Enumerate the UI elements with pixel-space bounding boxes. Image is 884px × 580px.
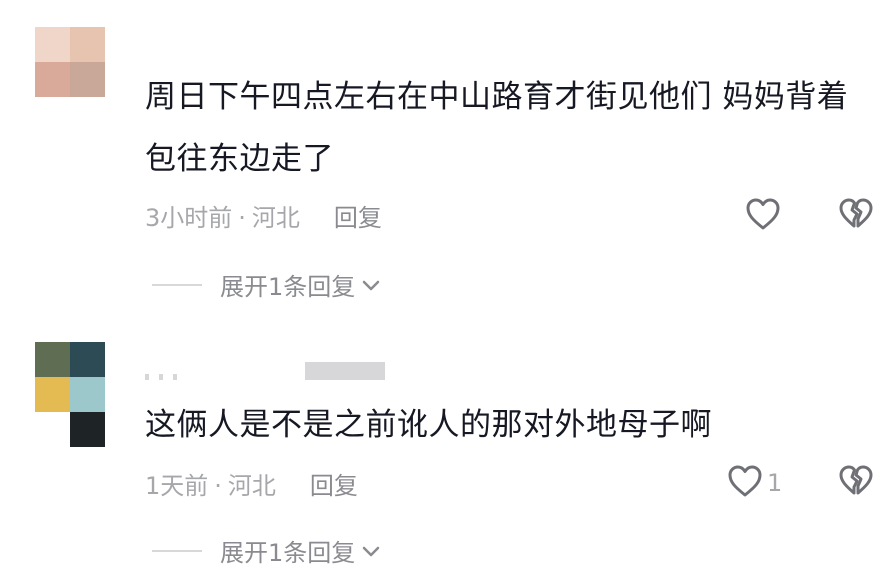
username-redacted (145, 362, 385, 380)
dislike-button[interactable] (838, 197, 874, 235)
comment-text: 周日下午四点左右在中山路育才街见他们 妈妈背着包往东边走了 (145, 79, 849, 177)
chevron-down-icon (361, 271, 381, 299)
comment-meta: 1天前 · 河北 回复 (145, 466, 358, 501)
meta-separator: · (214, 472, 222, 500)
comment-meta: 3小时前 · 河北 回复 (145, 198, 382, 233)
reply-button[interactable]: 回复 (310, 472, 358, 500)
meta-separator: · (238, 204, 246, 232)
like-count: 1 (767, 469, 783, 497)
expand-replies-label: 展开1条回复 (220, 539, 356, 567)
divider-line (152, 283, 202, 286)
divider-line (152, 549, 202, 552)
comment-text: 这俩人是不是之前讹人的那对外地母子啊 (145, 407, 712, 443)
avatar[interactable] (35, 342, 105, 447)
dislike-button[interactable] (838, 464, 874, 502)
like-button[interactable]: 1 (727, 464, 782, 502)
like-button[interactable] (745, 197, 781, 235)
comment-item: 周日下午四点左右在中山路育才街见他们 妈妈背着包往东边走了 3小时前 · 河北 回复 … (0, 0, 884, 320)
broken-heart-icon (838, 465, 874, 502)
expand-replies-button[interactable]: 展开1条回复 (152, 267, 381, 302)
expand-replies-button[interactable]: 展开1条回复 (152, 533, 381, 568)
broken-heart-icon (838, 198, 874, 235)
expand-replies-label: 展开1条回复 (220, 273, 356, 301)
comment-time: 1天前 (145, 472, 209, 500)
reply-button[interactable]: 回复 (334, 204, 382, 232)
comment-location: 河北 (227, 472, 276, 500)
comment-location: 河北 (251, 204, 300, 232)
heart-outline-icon (745, 197, 781, 235)
heart-outline-icon (727, 464, 763, 502)
chevron-down-icon (361, 537, 381, 565)
avatar[interactable] (35, 27, 105, 97)
comment-item: 这俩人是不是之前讹人的那对外地母子啊 1天前 · 河北 回复 1 展开1条回复 (0, 320, 884, 580)
comment-time: 3小时前 (145, 204, 233, 232)
